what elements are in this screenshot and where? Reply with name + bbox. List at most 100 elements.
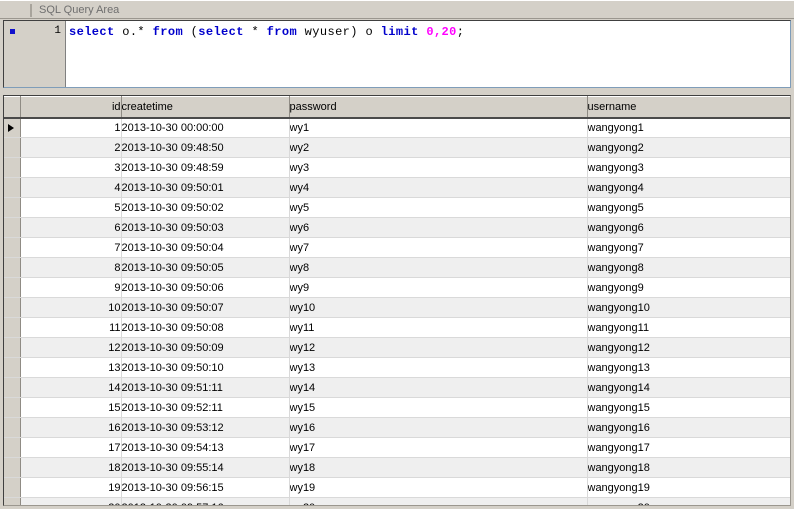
column-header-createtime[interactable]: createtime	[121, 97, 289, 118]
cell-createtime[interactable]: 2013-10-30 09:57:16	[121, 498, 289, 507]
row-marker-cell[interactable]	[4, 458, 20, 478]
cell-createtime[interactable]: 2013-10-30 09:50:01	[121, 178, 289, 198]
sql-editor[interactable]: 1 select o.* from (select * from wyuser)…	[3, 20, 791, 88]
table-row[interactable]: 72013-10-30 09:50:04wy7wangyong7	[4, 238, 790, 258]
cell-id[interactable]: 11	[20, 318, 121, 338]
cell-password[interactable]: wy13	[289, 358, 587, 378]
row-marker-cell[interactable]	[4, 218, 20, 238]
cell-username[interactable]: wangyong13	[587, 358, 790, 378]
cell-username[interactable]: wangyong20	[587, 498, 790, 507]
cell-createtime[interactable]: 2013-10-30 09:53:12	[121, 418, 289, 438]
cell-password[interactable]: wy3	[289, 158, 587, 178]
row-marker-cell[interactable]	[4, 278, 20, 298]
cell-password[interactable]: wy2	[289, 138, 587, 158]
table-row[interactable]: 52013-10-30 09:50:02wy5wangyong5	[4, 198, 790, 218]
row-marker-cell[interactable]	[4, 118, 20, 138]
row-marker-cell[interactable]	[4, 358, 20, 378]
cell-password[interactable]: wy8	[289, 258, 587, 278]
cell-username[interactable]: wangyong8	[587, 258, 790, 278]
cell-id[interactable]: 1	[20, 118, 121, 138]
cell-createtime[interactable]: 2013-10-30 09:50:08	[121, 318, 289, 338]
row-marker-cell[interactable]	[4, 318, 20, 338]
cell-id[interactable]: 6	[20, 218, 121, 238]
cell-password[interactable]: wy18	[289, 458, 587, 478]
cell-createtime[interactable]: 2013-10-30 09:48:59	[121, 158, 289, 178]
cell-username[interactable]: wangyong10	[587, 298, 790, 318]
table-row[interactable]: 202013-10-30 09:57:16wy20wangyong20	[4, 498, 790, 507]
cell-id[interactable]: 17	[20, 438, 121, 458]
row-marker-cell[interactable]	[4, 378, 20, 398]
cell-createtime[interactable]: 2013-10-30 09:50:05	[121, 258, 289, 278]
cell-id[interactable]: 20	[20, 498, 121, 507]
cell-createtime[interactable]: 2013-10-30 09:48:50	[121, 138, 289, 158]
cell-id[interactable]: 13	[20, 358, 121, 378]
row-marker-cell[interactable]	[4, 138, 20, 158]
cell-createtime[interactable]: 2013-10-30 09:56:15	[121, 478, 289, 498]
cell-createtime[interactable]: 2013-10-30 09:50:07	[121, 298, 289, 318]
table-row[interactable]: 162013-10-30 09:53:12wy16wangyong16	[4, 418, 790, 438]
cell-createtime[interactable]: 2013-10-30 00:00:00	[121, 118, 289, 138]
table-row[interactable]: 22013-10-30 09:48:50wy2wangyong2	[4, 138, 790, 158]
row-marker-cell[interactable]	[4, 158, 20, 178]
cell-password[interactable]: wy19	[289, 478, 587, 498]
cell-createtime[interactable]: 2013-10-30 09:51:11	[121, 378, 289, 398]
column-header-username[interactable]: username	[587, 97, 790, 118]
cell-password[interactable]: wy17	[289, 438, 587, 458]
table-row[interactable]: 112013-10-30 09:50:08wy11wangyong11	[4, 318, 790, 338]
table-row[interactable]: 82013-10-30 09:50:05wy8wangyong8	[4, 258, 790, 278]
cell-password[interactable]: wy11	[289, 318, 587, 338]
cell-password[interactable]: wy4	[289, 178, 587, 198]
cell-password[interactable]: wy6	[289, 218, 587, 238]
cell-password[interactable]: wy10	[289, 298, 587, 318]
column-header-password[interactable]: password	[289, 97, 587, 118]
cell-password[interactable]: wy9	[289, 278, 587, 298]
cell-username[interactable]: wangyong1	[587, 118, 790, 138]
table-row[interactable]: 102013-10-30 09:50:07wy10wangyong10	[4, 298, 790, 318]
sql-code-area[interactable]: select o.* from (select * from wyuser) o…	[66, 21, 790, 87]
cell-createtime[interactable]: 2013-10-30 09:55:14	[121, 458, 289, 478]
cell-password[interactable]: wy20	[289, 498, 587, 507]
cell-password[interactable]: wy16	[289, 418, 587, 438]
cell-password[interactable]: wy7	[289, 238, 587, 258]
cell-id[interactable]: 4	[20, 178, 121, 198]
table-row[interactable]: 32013-10-30 09:48:59wy3wangyong3	[4, 158, 790, 178]
cell-username[interactable]: wangyong11	[587, 318, 790, 338]
tab-sql-query-area[interactable]: SQL Query Area	[24, 1, 119, 19]
cell-createtime[interactable]: 2013-10-30 09:50:09	[121, 338, 289, 358]
table-row[interactable]: 182013-10-30 09:55:14wy18wangyong18	[4, 458, 790, 478]
cell-password[interactable]: wy5	[289, 198, 587, 218]
cell-id[interactable]: 19	[20, 478, 121, 498]
cell-createtime[interactable]: 2013-10-30 09:50:06	[121, 278, 289, 298]
row-marker-cell[interactable]	[4, 338, 20, 358]
cell-username[interactable]: wangyong2	[587, 138, 790, 158]
cell-createtime[interactable]: 2013-10-30 09:50:02	[121, 198, 289, 218]
cell-username[interactable]: wangyong9	[587, 278, 790, 298]
cell-id[interactable]: 3	[20, 158, 121, 178]
cell-id[interactable]: 18	[20, 458, 121, 478]
cell-username[interactable]: wangyong17	[587, 438, 790, 458]
result-grid[interactable]: id createtime password username 12013-10…	[3, 95, 791, 506]
table-row[interactable]: 172013-10-30 09:54:13wy17wangyong17	[4, 438, 790, 458]
row-marker-cell[interactable]	[4, 398, 20, 418]
table-row[interactable]: 92013-10-30 09:50:06wy9wangyong9	[4, 278, 790, 298]
row-marker-cell[interactable]	[4, 438, 20, 458]
column-header-id[interactable]: id	[20, 97, 121, 118]
cell-password[interactable]: wy12	[289, 338, 587, 358]
table-row[interactable]: 152013-10-30 09:52:11wy15wangyong15	[4, 398, 790, 418]
cell-password[interactable]: wy15	[289, 398, 587, 418]
table-row[interactable]: 12013-10-30 00:00:00wy1wangyong1	[4, 118, 790, 138]
cell-username[interactable]: wangyong12	[587, 338, 790, 358]
cell-username[interactable]: wangyong7	[587, 238, 790, 258]
row-marker-cell[interactable]	[4, 498, 20, 507]
cell-username[interactable]: wangyong6	[587, 218, 790, 238]
row-marker-cell[interactable]	[4, 478, 20, 498]
cell-username[interactable]: wangyong15	[587, 398, 790, 418]
table-row[interactable]: 192013-10-30 09:56:15wy19wangyong19	[4, 478, 790, 498]
cell-id[interactable]: 8	[20, 258, 121, 278]
table-row[interactable]: 132013-10-30 09:50:10wy13wangyong13	[4, 358, 790, 378]
cell-id[interactable]: 5	[20, 198, 121, 218]
row-marker-cell[interactable]	[4, 178, 20, 198]
cell-createtime[interactable]: 2013-10-30 09:50:04	[121, 238, 289, 258]
row-marker-cell[interactable]	[4, 198, 20, 218]
cell-id[interactable]: 2	[20, 138, 121, 158]
